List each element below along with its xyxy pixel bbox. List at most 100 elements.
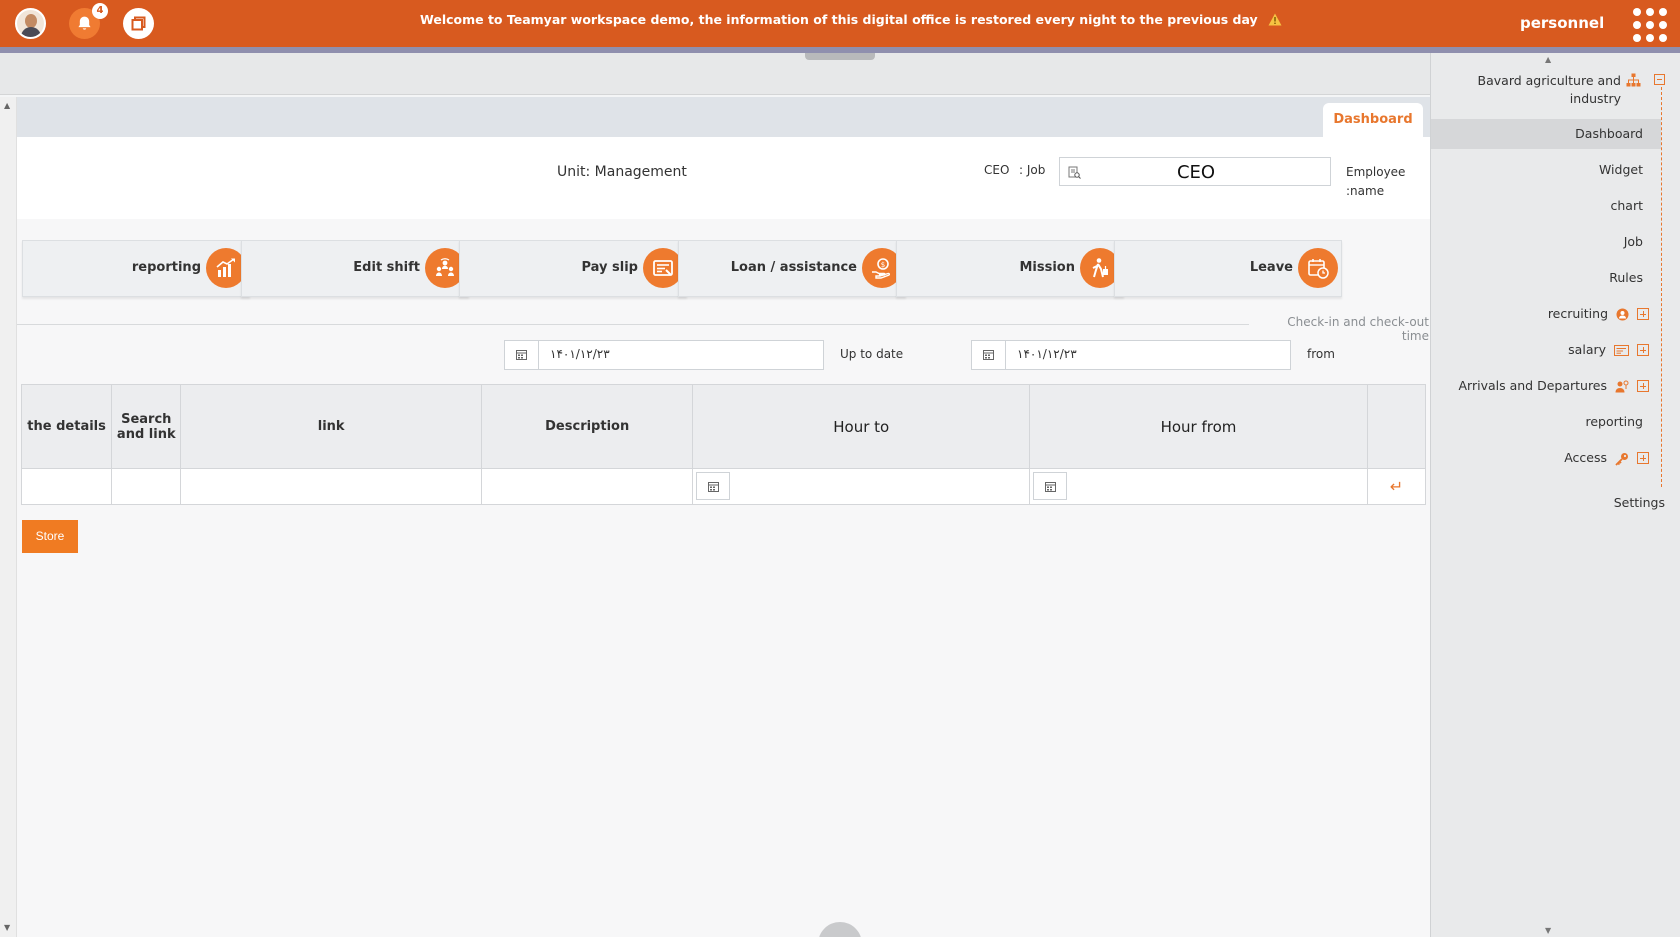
hour-to-cell[interactable] (692, 468, 1031, 505)
expand-access-button[interactable] (1637, 452, 1649, 464)
app-title: personnel (1520, 14, 1605, 32)
person-badge-icon (1616, 308, 1629, 321)
sidebar-item-job[interactable]: Job (1431, 227, 1661, 257)
col-hour-from: Hour from (1029, 384, 1368, 469)
col-search-link: Search and link (111, 384, 182, 469)
to-date-label: Up to date (840, 347, 904, 361)
to-date-value: ۱۴۰۱/۱۲/۲۳ (550, 347, 610, 361)
left-scrollbar[interactable]: ▲ ▼ (0, 97, 17, 937)
from-date-input[interactable]: ۱۴۰۱/۱۲/۲۳ (971, 340, 1291, 370)
sidebar-item-arrivals[interactable]: Arrivals and Departures (1431, 371, 1661, 401)
card-loan-assistance[interactable]: Loan / assistance $ (678, 240, 906, 297)
section-title: Check-in and check-out time (1287, 315, 1429, 343)
table-header-row: the details Search and link link Descrip… (20, 384, 1427, 469)
employee-select[interactable]: CEO (1059, 157, 1331, 186)
col-description: Description (480, 384, 694, 469)
from-date-value: ۱۴۰۱/۱۲/۲۳ (1017, 347, 1077, 361)
sidebar-scroll-up-icon[interactable]: ▲ (1545, 55, 1551, 64)
top-bar: 4 Welcome to Teamyar workspace demo, the… (0, 0, 1680, 47)
employee-label-line2: :name (1346, 184, 1385, 198)
store-button[interactable]: Store (22, 520, 78, 553)
payslip-small-icon (1614, 345, 1629, 356)
card-label: Loan / assistance (730, 260, 857, 275)
collapse-handle[interactable] (805, 53, 875, 60)
card-pay-slip[interactable]: Pay slip (459, 240, 687, 297)
expand-recruiting-button[interactable] (1637, 308, 1649, 320)
scroll-up-icon[interactable]: ▲ (4, 101, 10, 110)
from-date-label: from (1307, 347, 1335, 361)
org-name[interactable]: Bavard agriculture and industry (1451, 72, 1621, 108)
window-switch-button[interactable] (123, 8, 154, 39)
chart-growth-icon (206, 248, 246, 288)
apps-grid-icon[interactable] (1633, 8, 1667, 42)
hour-to-picker[interactable] (696, 472, 731, 500)
hour-from-picker[interactable] (1033, 472, 1068, 500)
employee-label: Employee :name (1346, 163, 1416, 201)
warning-icon (1268, 13, 1282, 26)
calendar-clock-icon (1298, 248, 1338, 288)
card-reporting[interactable]: reporting (22, 240, 250, 297)
unit-label: Unit: Management (557, 164, 687, 180)
sidebar-item-access[interactable]: Access (1431, 443, 1661, 473)
sidebar-item-settings[interactable]: Settings (1431, 495, 1665, 510)
sidebar-item-reporting[interactable]: reporting (1431, 407, 1661, 437)
expand-arrivals-button[interactable] (1637, 380, 1649, 392)
calendar-icon (983, 350, 994, 360)
windows-icon (131, 16, 146, 31)
collapse-org-button[interactable] (1654, 74, 1665, 85)
employee-label-line1: Employee (1346, 165, 1406, 179)
action-cell[interactable]: ↵ (1366, 468, 1427, 505)
upper-strip (0, 53, 1430, 95)
card-leave[interactable]: Leave (1114, 240, 1342, 297)
sidebar-item-salary[interactable]: salary (1431, 335, 1661, 365)
calendar-icon (1045, 482, 1057, 492)
scroll-down-icon[interactable]: ▼ (4, 923, 10, 932)
calendar-button[interactable] (505, 341, 539, 369)
sidebar-item-dashboard[interactable]: Dashboard (1431, 119, 1661, 149)
table-row: ↵ (20, 468, 1427, 505)
details-cell[interactable] (20, 468, 113, 505)
search-link-cell[interactable] (111, 468, 182, 505)
user-avatar[interactable] (15, 8, 46, 39)
card-label: Edit shift (353, 260, 420, 275)
sidebar-item-recruiting[interactable]: recruiting (1431, 299, 1661, 329)
col-details: the details (20, 384, 113, 469)
calendar-icon (516, 350, 527, 360)
org-name-line1: Bavard agriculture and (1477, 73, 1621, 88)
notification-badge: 4 (92, 3, 108, 19)
col-link: link (180, 384, 482, 469)
card-label: reporting (131, 260, 201, 275)
col-action (1366, 384, 1427, 469)
calendar-icon (708, 482, 720, 492)
job-label: : Job (1019, 163, 1046, 177)
card-label: Pay slip (581, 260, 638, 275)
calendar-button[interactable] (972, 341, 1006, 369)
person-key-icon (1615, 380, 1629, 393)
welcome-text: Welcome to Teamyar workspace demo, the i… (420, 12, 1258, 27)
payslip-icon (643, 248, 683, 288)
key-icon (1615, 452, 1628, 466)
card-label: Leave (1249, 260, 1293, 275)
card-edit-shift[interactable]: Edit shift (241, 240, 469, 297)
col-hour-to: Hour to (692, 384, 1031, 469)
right-sidebar: ▲ Bavard agriculture and industry Dashbo… (1430, 53, 1680, 937)
tab-dashboard[interactable]: Dashboard (1323, 103, 1423, 137)
link-cell[interactable] (180, 468, 482, 505)
org-chart-icon (1626, 73, 1641, 87)
enter-icon[interactable]: ↵ (1368, 469, 1425, 504)
hour-from-cell[interactable] (1029, 468, 1368, 505)
description-cell[interactable] (480, 468, 694, 505)
job-value: CEO (984, 163, 1010, 177)
sidebar-scroll-down-icon[interactable]: ▼ (1545, 926, 1551, 935)
main-panel: Dashboard Unit: Management CEO : Job CEO… (17, 97, 1446, 937)
sidebar-item-chart[interactable]: chart (1431, 191, 1661, 221)
card-label: Mission (1019, 260, 1075, 275)
card-mission[interactable]: Mission (896, 240, 1124, 297)
expand-salary-button[interactable] (1637, 344, 1649, 356)
org-name-line2: industry (1569, 91, 1621, 106)
action-cards: reporting Edit shift Pay slip Loan / ass… (22, 240, 1426, 297)
sidebar-item-rules[interactable]: Rules (1431, 263, 1661, 293)
sidebar-item-widget[interactable]: Widget (1431, 155, 1661, 185)
to-date-input[interactable]: ۱۴۰۱/۱۲/۲۳ (504, 340, 824, 370)
bell-icon (78, 16, 91, 30)
